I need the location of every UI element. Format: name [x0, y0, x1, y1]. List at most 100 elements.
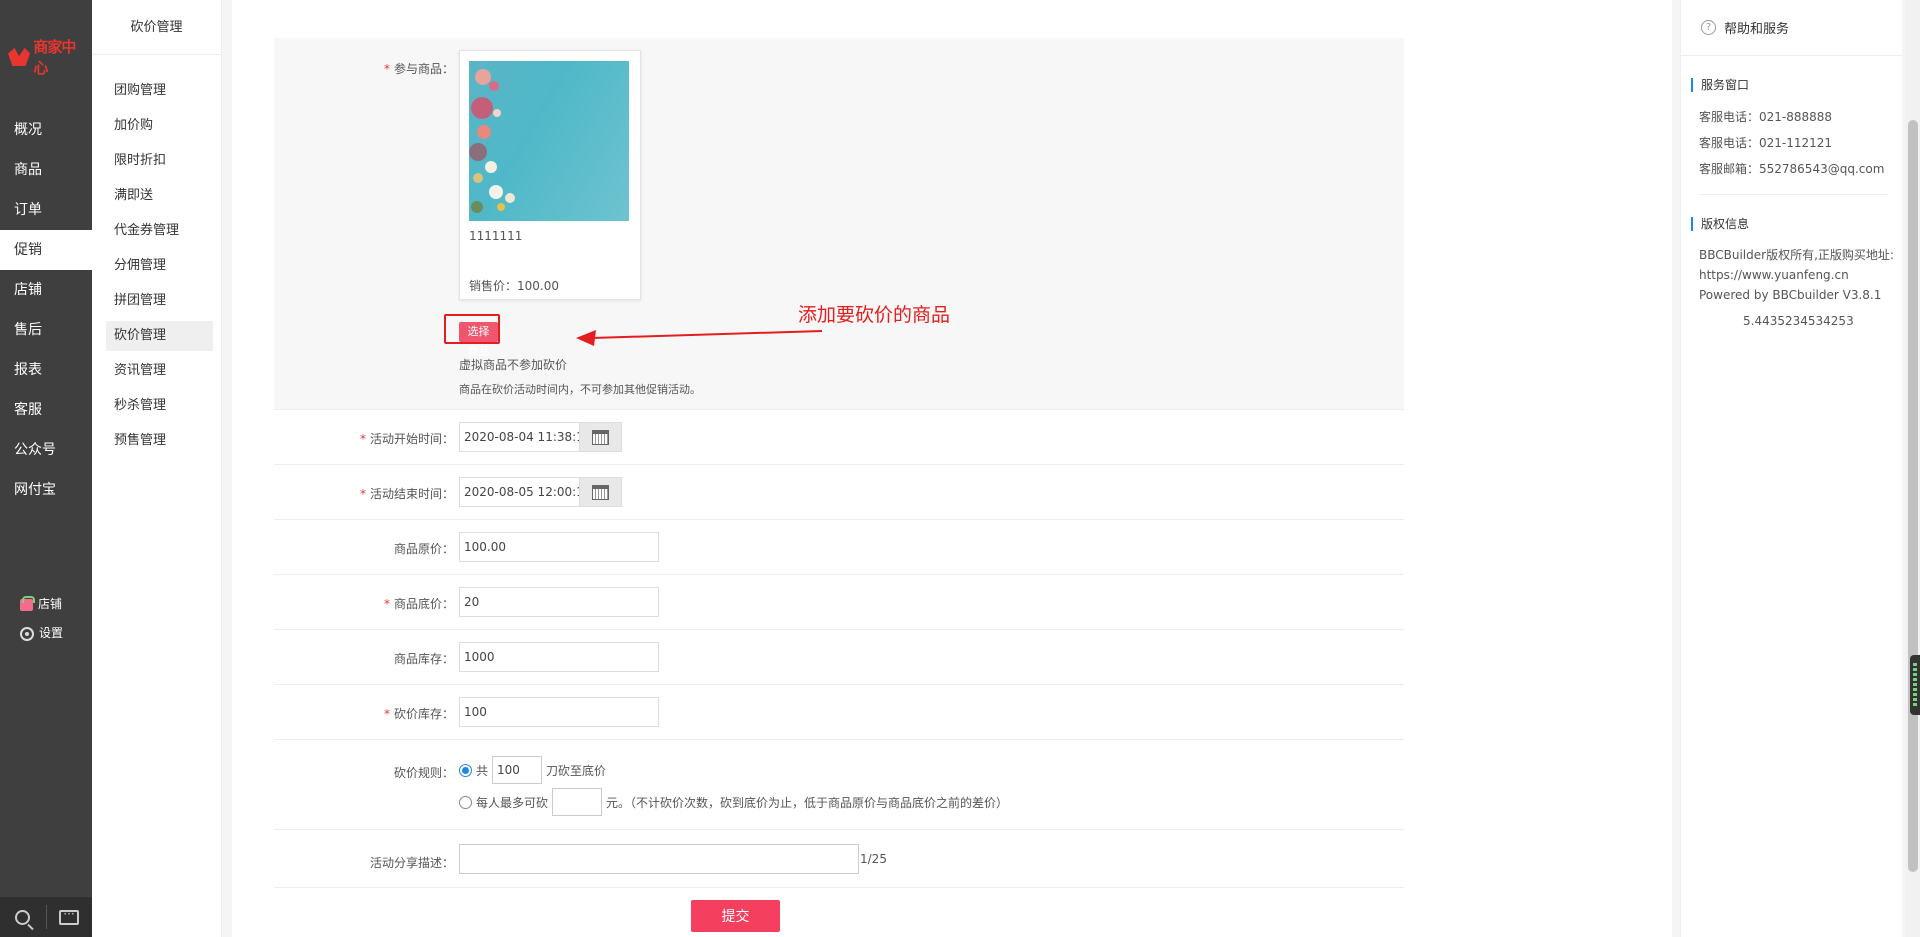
- copyright-title: 版权信息: [1691, 217, 1902, 231]
- submit-button[interactable]: 提交: [691, 900, 780, 932]
- bargain-stock-input[interactable]: 100: [459, 697, 659, 727]
- share-desc-count: 1/25: [860, 852, 887, 866]
- end-time-input[interactable]: 2020-08-05 12:00:1: [459, 477, 622, 507]
- nav-item-shop[interactable]: 店铺: [0, 270, 92, 310]
- start-calendar-button[interactable]: [579, 423, 621, 451]
- bargain-form: * 参与商品： 1111111 销售价：100.00 选择商品 添加要砍价的商品…: [274, 38, 1404, 888]
- nav-item-after-sales[interactable]: 售后: [0, 310, 92, 350]
- logo[interactable]: 商家中心: [6, 38, 88, 77]
- nav-item-payment[interactable]: 网付宝: [0, 470, 92, 510]
- logo-icon: [6, 46, 31, 68]
- original-price-row: 商品原价： 100.00: [274, 520, 1404, 575]
- shop-link[interactable]: 店铺: [0, 590, 92, 619]
- goods-stock-input[interactable]: 1000: [459, 642, 659, 672]
- start-time-label: * 活动开始时间：: [359, 432, 454, 446]
- sub-item-news[interactable]: 资讯管理: [106, 356, 213, 386]
- floor-price-row: * 商品底价： 20: [274, 575, 1404, 630]
- rule-amount-radio[interactable]: [459, 795, 472, 809]
- chat-icon: [59, 907, 80, 925]
- end-time-value: 2020-08-05 12:00:1: [464, 485, 579, 499]
- share-desc-input[interactable]: [459, 844, 859, 874]
- sub-item-commission[interactable]: 分佣管理: [106, 251, 213, 281]
- version-code: 5.4435234534253: [1743, 314, 1854, 328]
- select-goods-highlight: 选择商品: [444, 314, 500, 358]
- nav-item-customer-service[interactable]: 客服: [0, 390, 92, 430]
- help-title-text: 帮助和服务: [1724, 22, 1790, 37]
- floor-price-label: * 商品底价：: [383, 597, 454, 611]
- floor-price-input[interactable]: 20: [459, 587, 659, 617]
- sub-item-seckill[interactable]: 秒杀管理: [106, 391, 213, 421]
- annotation-text: 添加要砍价的商品: [798, 304, 951, 326]
- rule-times-suffix: 刀砍至底价: [546, 763, 607, 778]
- original-price-label: 商品原价：: [393, 542, 454, 556]
- sub-item-group-purchase[interactable]: 拼团管理: [106, 286, 213, 316]
- scrollbar-thumb[interactable]: [1908, 120, 1918, 872]
- rule-times-radio[interactable]: [459, 763, 472, 777]
- sub-item-presale[interactable]: 预售管理: [106, 426, 213, 456]
- rule-times-prefix: 共: [476, 763, 489, 778]
- select-goods-button[interactable]: 选择商品: [459, 322, 498, 358]
- gear-icon: [20, 626, 34, 641]
- annotation-arrow-icon: [576, 330, 823, 346]
- nav-bottom-links: 店铺 设置: [0, 590, 92, 648]
- end-calendar-button[interactable]: [579, 478, 621, 506]
- sub-item-bargain[interactable]: 砍价管理: [106, 321, 213, 351]
- service-phone-1: 客服电话：021-888888: [1699, 110, 1833, 124]
- sub-item-add-price-buy[interactable]: 加价购: [106, 111, 213, 141]
- service-title: 服务窗口: [1691, 78, 1902, 92]
- bargain-rule-row: 砍价规则： 共 100 刀砍至底价 每人最多可砍 元。（不计砍价次数，砍到底价为…: [274, 740, 1404, 830]
- start-time-value: 2020-08-04 11:38:1: [464, 430, 579, 444]
- service-phone-2: 客服电话：021-112121: [1699, 136, 1833, 150]
- calendar-icon: [592, 429, 609, 445]
- nav-item-official-account[interactable]: 公众号: [0, 430, 92, 470]
- help-title[interactable]: ? 帮助和服务: [1681, 0, 1902, 56]
- goods-price: 销售价：100.00: [469, 279, 559, 293]
- left-bottom-toolbar: [0, 897, 92, 937]
- start-time-row: * 活动开始时间： 2020-08-04 11:38:1: [274, 410, 1404, 465]
- powered-by: Powered by BBCbuilder V3.8.1: [1699, 288, 1882, 302]
- service-info: 客服电话：021-888888 客服电话：021-112121 客服邮箱：552…: [1681, 104, 1902, 182]
- sub-item-flash-discount[interactable]: 限时折扣: [106, 146, 213, 176]
- end-time-label: * 活动结束时间：: [359, 487, 454, 501]
- sub-nav-list: 团购管理 加价购 限时折扣 满即送 代金券管理 分佣管理 拼团管理 砍价管理 资…: [92, 55, 221, 456]
- share-desc-label: 活动分享描述：: [369, 856, 454, 870]
- virtual-goods-tip: 虚拟商品不参加砍价: [459, 358, 568, 372]
- goods-image: [469, 61, 629, 221]
- calendar-icon: [592, 484, 609, 500]
- nav-item-goods[interactable]: 商品: [0, 150, 92, 190]
- sub-sidebar: 砍价管理 团购管理 加价购 限时折扣 满即送 代金券管理 分佣管理 拼团管理 砍…: [92, 0, 222, 937]
- original-price-input[interactable]: 100.00: [459, 532, 659, 562]
- share-desc-row: 活动分享描述： 1/25: [274, 830, 1404, 888]
- start-time-input[interactable]: 2020-08-04 11:38:1: [459, 422, 622, 452]
- rule-amount-input[interactable]: [552, 788, 603, 816]
- goods-card[interactable]: 1111111 销售价：100.00: [459, 50, 641, 300]
- shop-link-label: 店铺: [38, 597, 63, 611]
- search-button[interactable]: [0, 897, 46, 937]
- nav-item-orders[interactable]: 订单: [0, 190, 92, 230]
- chat-button[interactable]: [47, 897, 93, 937]
- settings-link[interactable]: 设置: [0, 619, 92, 648]
- logo-text: 商家中心: [33, 38, 76, 77]
- rule-times-input[interactable]: 100: [492, 756, 543, 784]
- main-nav-list: 概况 商品 订单 促销 店铺 售后 报表 客服 公众号 网付宝: [0, 110, 92, 510]
- rule-amount-prefix: 每人最多可砍: [476, 795, 549, 810]
- panel-divider: [1699, 194, 1888, 195]
- service-email: 客服邮箱：552786543@qq.com: [1699, 162, 1885, 176]
- copyright-link[interactable]: https://www.yuanfeng.cn: [1681, 265, 1902, 285]
- goods-stock-label: 商品库存：: [393, 652, 454, 666]
- end-time-row: * 活动结束时间： 2020-08-05 12:00:1: [274, 465, 1404, 520]
- sub-sidebar-title: 砍价管理: [92, 0, 221, 55]
- sub-item-voucher[interactable]: 代金券管理: [106, 216, 213, 246]
- bargain-rule-label: 砍价规则：: [393, 766, 454, 780]
- main-sidebar: 商家中心 概况 商品 订单 促销 店铺 售后 报表 客服 公众号 网付宝 店铺 …: [0, 0, 92, 937]
- edge-widget-icon[interactable]: [1910, 655, 1920, 715]
- goods-label: * 参与商品：: [383, 62, 454, 76]
- sub-item-group-buy[interactable]: 团购管理: [106, 76, 213, 106]
- main-content: * 参与商品： 1111111 销售价：100.00 选择商品 添加要砍价的商品…: [232, 0, 1672, 937]
- nav-item-promotion[interactable]: 促销: [0, 230, 92, 270]
- search-icon: [15, 909, 31, 925]
- rule-option-times: 共 100 刀砍至底价: [459, 756, 606, 784]
- nav-item-overview[interactable]: 概况: [0, 110, 92, 150]
- nav-item-reports[interactable]: 报表: [0, 350, 92, 390]
- sub-item-gift-on-spend[interactable]: 满即送: [106, 181, 213, 211]
